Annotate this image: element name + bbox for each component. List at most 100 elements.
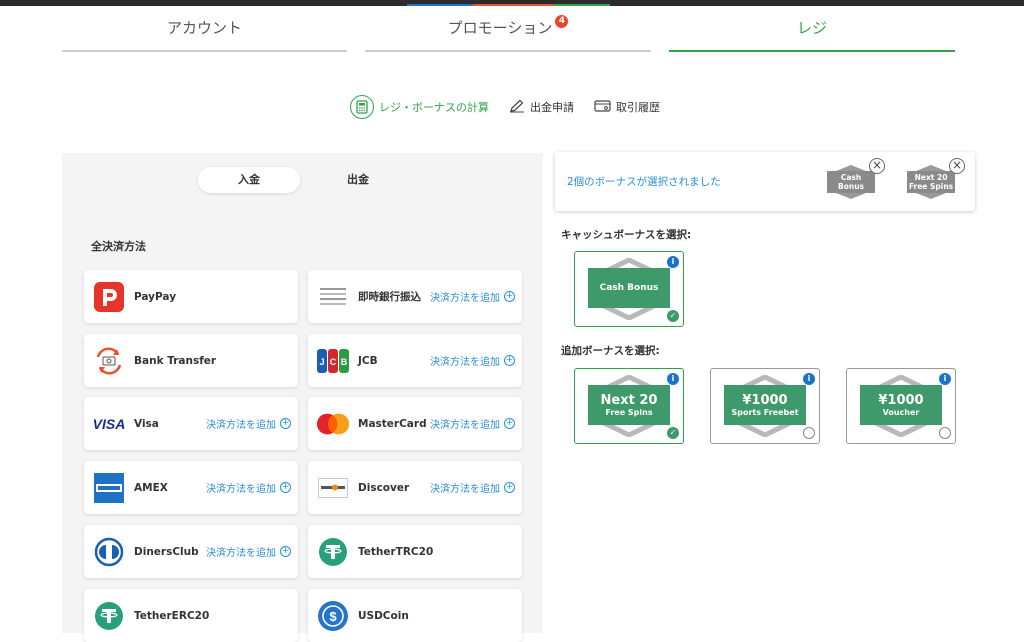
info-icon[interactable]: i — [803, 373, 815, 385]
method-card-instant-bank[interactable]: 即時銀行振込 決済方法を追加 + — [308, 270, 522, 323]
add-method-label: 決済方法を追加 — [430, 293, 500, 304]
plus-circle-icon: + — [280, 546, 291, 557]
chip-plate: Next 20 Free Spins — [907, 171, 955, 193]
cashier-subnav: レジ・ボーナスの計算 出金申請 取引履歴 — [350, 94, 660, 120]
method-card-tether-erc20[interactable]: TetherERC20 — [84, 589, 298, 642]
chip-label: Cash Bonus — [837, 173, 864, 191]
remove-chip-close-icon[interactable]: × — [949, 158, 965, 174]
svg-text:$: $ — [329, 609, 337, 624]
method-name: Bank Transfer — [134, 354, 217, 367]
method-card-discover[interactable]: Discover 決済方法を追加 + — [308, 461, 522, 514]
bonus-subtitle: Free Spins — [605, 407, 653, 417]
method-card-mastercard[interactable]: MasterCard 決済方法を追加 + — [308, 397, 522, 450]
info-icon[interactable]: i — [667, 373, 679, 385]
subnav-withdraw-label: 出金申請 — [530, 101, 574, 114]
mastercard-logo-icon — [316, 407, 350, 441]
method-card-tether-trc20[interactable]: TetherTRC20 — [308, 525, 522, 578]
usdcoin-logo-icon: $ — [316, 599, 350, 633]
chip-sublabel: Free Spins — [908, 182, 954, 191]
add-method-link[interactable]: 決済方法を追加 + — [430, 289, 515, 304]
subnav-calc[interactable]: レジ・ボーナスの計算 — [350, 95, 489, 119]
methods-title: 全決済方法 — [91, 240, 146, 253]
selected-bonuses-text: 2個のボーナスが選択されました — [567, 176, 721, 188]
visa-logo-icon: VISA — [92, 407, 126, 441]
radio-unchecked-icon[interactable] — [803, 427, 815, 439]
method-name: JCB — [358, 354, 378, 367]
bonus-plate: ¥1000 Sports Freebet — [724, 385, 806, 425]
method-name: Discover — [358, 481, 410, 494]
bonus-subtitle: Sports Freebet — [731, 407, 799, 417]
amex-logo-icon — [92, 471, 126, 505]
method-name: DinersClub — [134, 545, 199, 558]
subnav-calc-label: レジ・ボーナスの計算 — [379, 101, 489, 114]
plus-circle-icon: + — [504, 355, 515, 366]
selected-chip-free-spins: Next 20 Free Spins × — [907, 158, 965, 199]
bonus-title: Cash Bonus — [599, 282, 659, 293]
subnav-history-label: 取引履歴 — [616, 101, 660, 114]
withdraw-toggle[interactable]: 出金 — [320, 167, 396, 193]
method-name: 即時銀行振込 — [358, 291, 421, 303]
add-method-link[interactable]: 決済方法を追加 + — [430, 353, 515, 368]
info-icon[interactable]: i — [939, 373, 951, 385]
selected-chip-cash-bonus: Cash Bonus × — [827, 158, 885, 199]
tab-promotion-label: プロモーション — [447, 19, 553, 37]
pencil-icon — [509, 99, 525, 116]
tether-logo-icon — [316, 535, 350, 569]
bonus-option-sports-freebet[interactable]: ¥1000 Sports Freebet i — [710, 368, 820, 444]
check-icon: ✓ — [667, 310, 679, 322]
plus-circle-icon: + — [504, 418, 515, 429]
method-name: USDCoin — [358, 609, 409, 622]
method-card-bank-transfer[interactable]: Bank Transfer — [84, 334, 298, 387]
add-method-label: 決済方法を追加 — [430, 357, 500, 368]
subnav-history[interactable]: 取引履歴 — [594, 99, 660, 116]
cash-bonus-section-label: キャッシュボーナスを選択: — [561, 229, 692, 241]
method-card-usdcoin[interactable]: $ USDCoin — [308, 589, 522, 642]
method-name: MasterCard — [358, 417, 427, 430]
method-card-amex[interactable]: AMEX 決済方法を追加 + — [84, 461, 298, 514]
method-card-paypay[interactable]: PayPay — [84, 270, 298, 323]
method-card-visa[interactable]: VISA Visa 決済方法を追加 + — [84, 397, 298, 450]
svg-text:VISA: VISA — [93, 417, 126, 431]
add-method-link[interactable]: 決済方法を追加 + — [206, 544, 291, 559]
subnav-withdraw[interactable]: 出金申請 — [509, 99, 574, 116]
method-card-jcb[interactable]: JCB JCB 決済方法を追加 + — [308, 334, 522, 387]
add-method-link[interactable]: 決済方法を追加 + — [206, 416, 291, 431]
add-method-label: 決済方法を追加 — [430, 420, 500, 431]
payment-methods-panel: 入金 出金 全決済方法 PayPay 即時銀行振込 決済方法を追加 + Bank … — [62, 153, 543, 642]
add-method-link[interactable]: 決済方法を追加 + — [206, 480, 291, 495]
info-icon[interactable]: i — [667, 256, 679, 268]
bank-transfer-icon — [92, 344, 126, 378]
add-method-link[interactable]: 決済方法を追加 + — [430, 480, 515, 495]
tab-promotion[interactable]: プロモーション 4 — [365, 6, 651, 52]
svg-text:C: C — [330, 357, 337, 367]
bonus-title: ¥1000 — [742, 392, 788, 408]
deposit-toggle[interactable]: 入金 — [198, 167, 300, 193]
chip-label: Next 20 — [914, 173, 948, 182]
tab-account[interactable]: アカウント — [62, 6, 347, 52]
add-method-label: 決済方法を追加 — [206, 484, 276, 495]
bonus-title: Next 20 — [600, 392, 658, 408]
method-name: TetherTRC20 — [358, 545, 434, 558]
method-name: TetherERC20 — [134, 609, 210, 622]
jcb-logo-icon: JCB — [316, 344, 350, 378]
method-card-dinersclub[interactable]: DinersClub 決済方法を追加 + — [84, 525, 298, 578]
extra-bonus-section-label: 追加ボーナスを選択: — [561, 345, 660, 357]
radio-unchecked-icon[interactable] — [939, 427, 951, 439]
bonus-option-voucher[interactable]: ¥1000 Voucher i — [846, 368, 956, 444]
remove-chip-close-icon[interactable]: × — [869, 158, 885, 174]
add-method-label: 決済方法を追加 — [430, 484, 500, 495]
add-method-link[interactable]: 決済方法を追加 + — [430, 416, 515, 431]
method-name: PayPay — [134, 290, 177, 303]
selected-bonuses-box: 2個のボーナスが選択されました Cash Bonus × Next 20 Free… — [555, 152, 975, 211]
tab-cashier[interactable]: レジ — [669, 6, 955, 52]
calculator-icon — [350, 95, 374, 119]
bonus-plate: ¥1000 Voucher — [860, 385, 942, 425]
plus-circle-icon: + — [504, 482, 515, 493]
bonus-subtitle: Voucher — [882, 407, 920, 417]
promotion-count-badge: 4 — [555, 15, 569, 28]
bonus-option-cash[interactable]: Cash Bonus i ✓ — [574, 251, 684, 327]
bonus-plate: Next 20 Free Spins — [588, 385, 670, 425]
check-icon: ✓ — [667, 427, 679, 439]
bonus-option-free-spins[interactable]: Next 20 Free Spins i ✓ — [574, 368, 684, 444]
plus-circle-icon: + — [280, 418, 291, 429]
